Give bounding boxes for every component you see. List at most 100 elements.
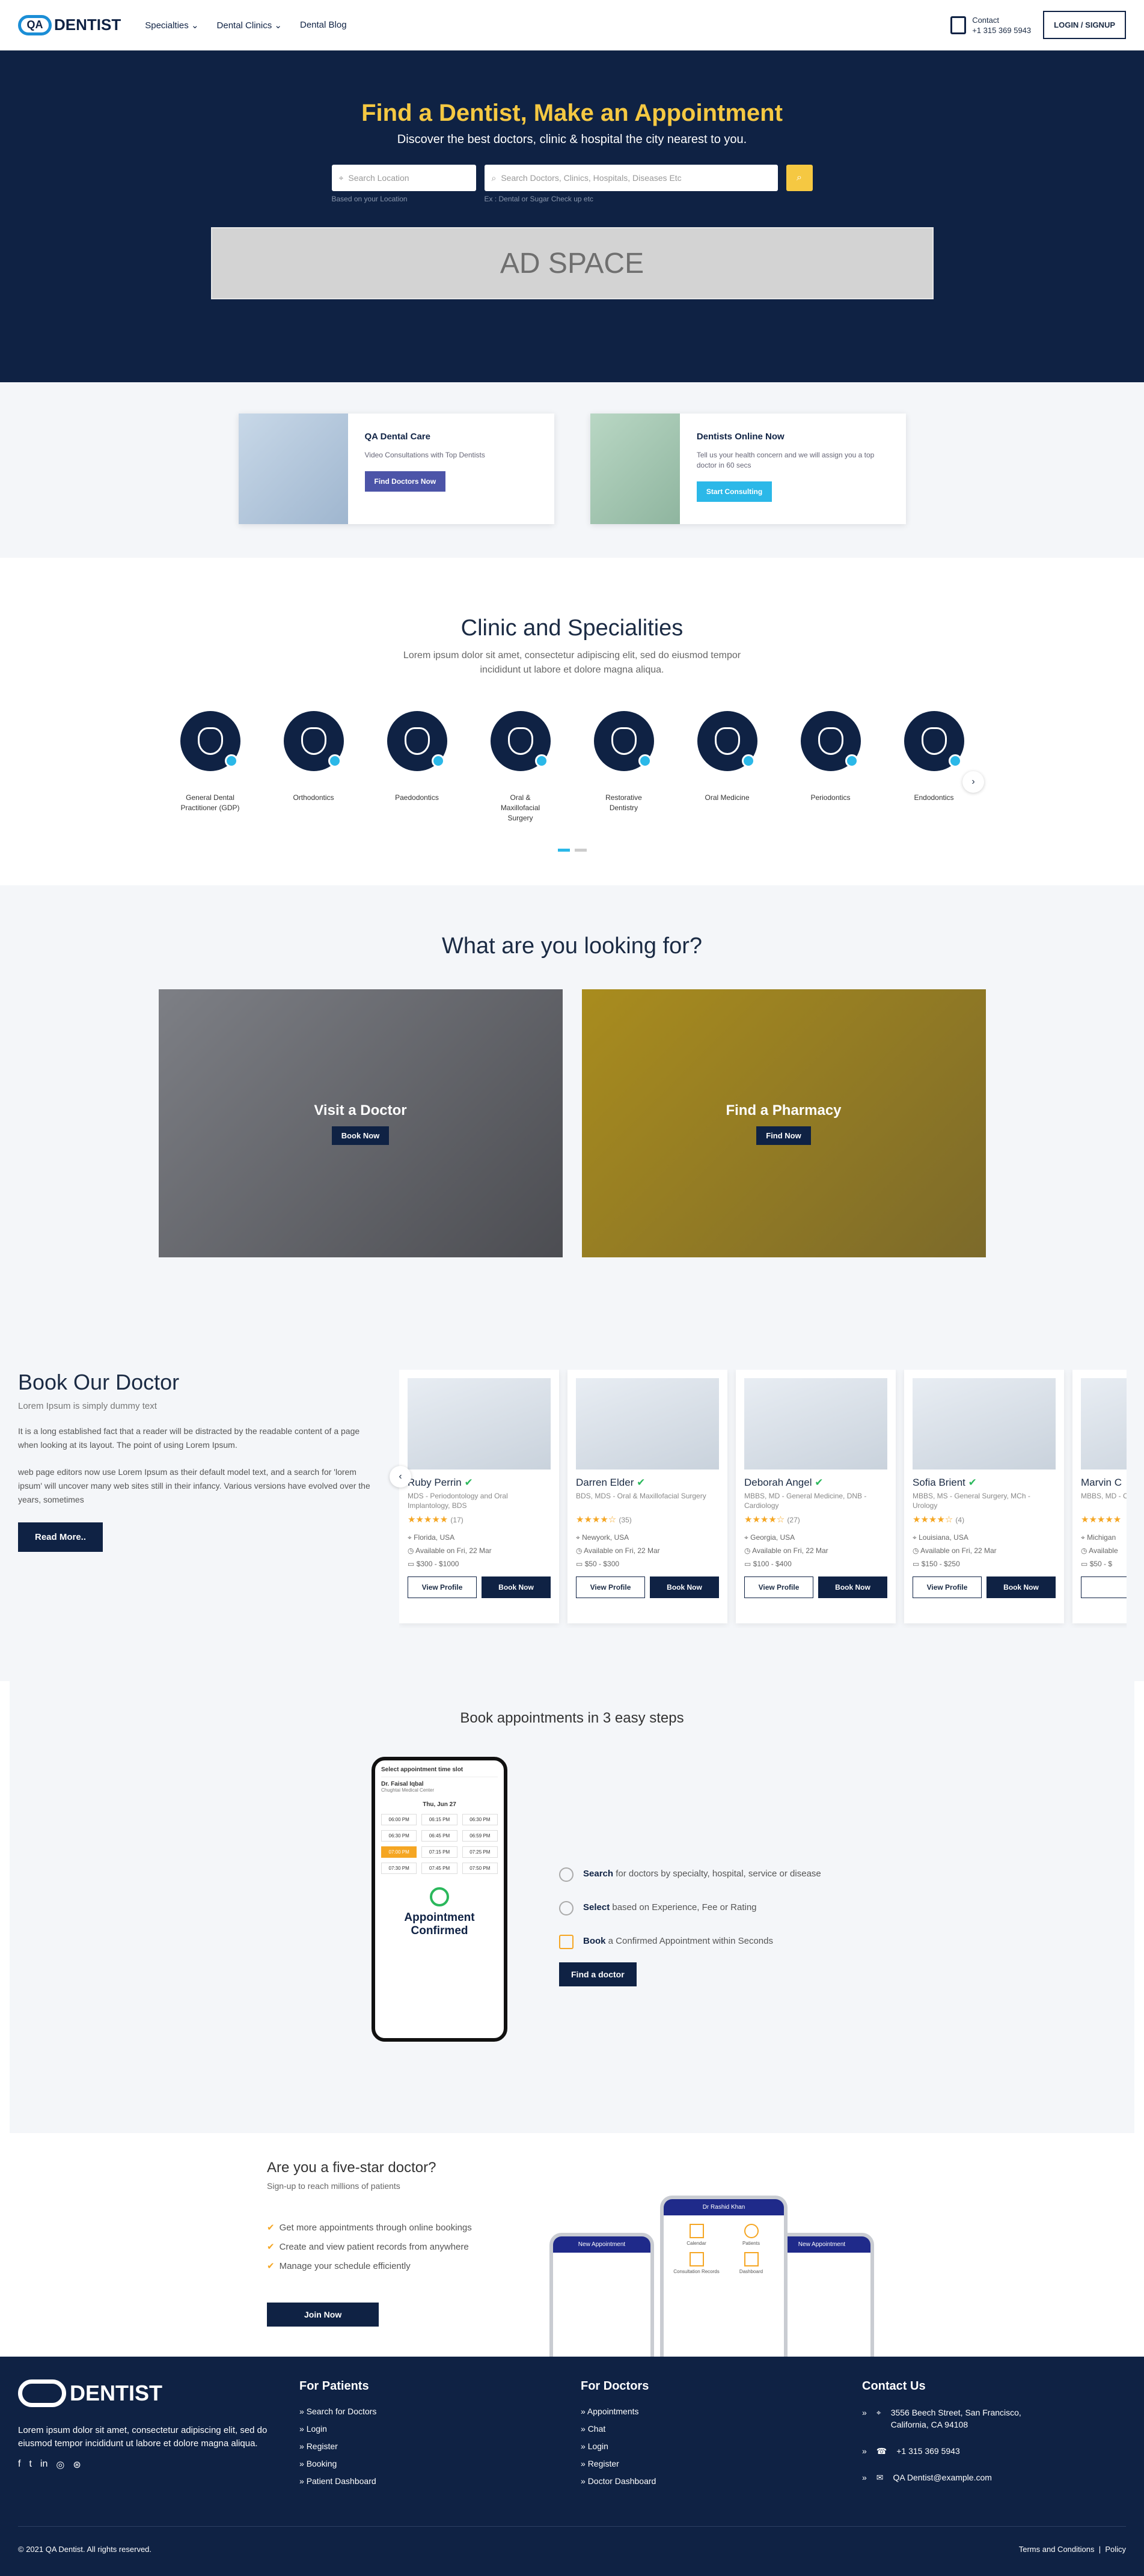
doctor-name[interactable]: Sofia Brient: [913, 1477, 965, 1488]
promo-card-online: Dentists Online Now Tell us your health …: [590, 414, 906, 524]
footer-link[interactable]: Patient Dashboard: [299, 2476, 376, 2486]
doctor-photo[interactable]: [408, 1378, 551, 1470]
doctor-availability: Available: [1089, 1546, 1118, 1555]
speciality-item[interactable]: Orthodontics: [283, 711, 344, 823]
view-profile-button[interactable]: View Profile: [408, 1576, 477, 1598]
policy-link[interactable]: Policy: [1105, 2545, 1126, 2554]
doctor-location: Louisiana, USA: [919, 1533, 968, 1542]
footer-link[interactable]: Search for Doctors: [299, 2407, 377, 2416]
instagram-icon[interactable]: ◎: [56, 2459, 64, 2471]
footer-link[interactable]: Register: [581, 2459, 656, 2468]
tooth-icon: [197, 727, 223, 755]
footer-link[interactable]: Login: [299, 2424, 376, 2434]
doctor-photo[interactable]: [1081, 1378, 1127, 1470]
doctor-name[interactable]: Deborah Angel: [744, 1477, 812, 1488]
terms-link[interactable]: Terms and Conditions: [1019, 2545, 1095, 2554]
book-now-button[interactable]: Book Now: [818, 1576, 887, 1598]
verified-icon: ✔: [815, 1477, 824, 1488]
speciality-item[interactable]: Paedodontics: [387, 711, 447, 823]
search-hint: Ex : Dental or Sugar Check up etc: [484, 195, 593, 203]
search-icon: ⌕: [797, 172, 802, 183]
find-pharmacy-card[interactable]: Find a Pharmacy Find Now: [581, 989, 986, 1257]
footer-link[interactable]: Register: [299, 2441, 376, 2451]
book-doctor-section: Book Our Doctor Lorem Ipsum is simply du…: [0, 1322, 1144, 1681]
review-count: (17): [450, 1516, 463, 1524]
linkedin-icon[interactable]: in: [40, 2459, 47, 2471]
check-icon: [559, 1901, 574, 1915]
footer-email[interactable]: QA Dentist@example.com: [893, 2471, 992, 2483]
carousel-prev-arrow-icon[interactable]: ‹: [390, 1466, 411, 1488]
start-consulting-button[interactable]: Start Consulting: [696, 481, 772, 502]
footer-logo[interactable]: DENTIST: [18, 2379, 277, 2407]
view-profile-button[interactable]: View Profile: [576, 1576, 645, 1598]
location-input[interactable]: ⌖ Search Location: [331, 165, 476, 191]
search-input[interactable]: ⌕ Search Doctors, Clinics, Hospitals, Di…: [484, 165, 778, 191]
doctor-price: $50 - $: [1089, 1560, 1113, 1568]
phone-title: New Appointment: [553, 2236, 650, 2253]
speciality-item[interactable]: Periodontics: [800, 711, 861, 823]
step-item: Book a Confirmed Appointment within Seco…: [559, 1935, 824, 1949]
speciality-item[interactable]: Restorative Dentistry: [593, 711, 654, 823]
view-profile-button[interactable]: View Profile: [913, 1576, 982, 1598]
footer-link[interactable]: Doctor Dashboard: [581, 2476, 656, 2486]
speciality-item[interactable]: General Dental Practitioner (GDP): [180, 711, 240, 823]
footer-heading: For Patients: [299, 2379, 369, 2393]
step-keyword: Search: [583, 1869, 614, 1879]
book-now-button[interactable]: Book Now: [650, 1576, 719, 1598]
visit-doctor-card[interactable]: Visit a Doctor Book Now: [158, 989, 563, 1257]
find-now-button[interactable]: Find Now: [756, 1126, 811, 1145]
doctor-name[interactable]: Marvin C: [1081, 1477, 1122, 1488]
nav-dental-clinics[interactable]: Dental Clinics ⌄: [217, 20, 282, 31]
view-profile-button[interactable]: View Profile: [1081, 1576, 1127, 1598]
clock-icon: ◷: [744, 1546, 751, 1555]
carousel-dot[interactable]: [574, 849, 587, 852]
nav-specialties[interactable]: Specialties ⌄: [145, 20, 198, 31]
footer-link[interactable]: Login: [581, 2441, 656, 2451]
site-logo[interactable]: QA DENTIST: [18, 14, 121, 35]
promo-title: QA Dental Care: [364, 432, 430, 442]
benefit-text: Create and view patient records from any…: [279, 2242, 469, 2252]
doctor-name[interactable]: Darren Elder: [576, 1477, 634, 1488]
phone-mockup: Select appointment time slot Dr. Faisal …: [372, 1757, 507, 2042]
carousel-dots: [0, 849, 1144, 852]
footer-link[interactable]: Chat: [581, 2424, 656, 2434]
speciality-item[interactable]: Oral Medicine: [697, 711, 757, 823]
carousel-next-arrow-icon[interactable]: ›: [962, 771, 984, 793]
book-now-button[interactable]: Book Now: [482, 1576, 551, 1598]
find-doctors-button[interactable]: Find Doctors Now: [364, 471, 446, 492]
phone-doctor: Dr. Faisal Iqbal: [381, 1781, 424, 1787]
book-now-button[interactable]: Book Now: [986, 1576, 1056, 1598]
join-now-button[interactable]: Join Now: [267, 2303, 379, 2327]
view-profile-button[interactable]: View Profile: [744, 1576, 813, 1598]
contact-label: Contact: [972, 15, 999, 25]
doctor-photo[interactable]: [744, 1378, 887, 1470]
twitter-icon[interactable]: t: [29, 2459, 31, 2471]
rating: ★★★★★ (17): [408, 1514, 551, 1525]
facebook-icon[interactable]: f: [18, 2459, 20, 2471]
map-pin-icon: ⌖: [744, 1533, 748, 1542]
footer-link[interactable]: Appointments: [581, 2407, 656, 2416]
section-title: What are you looking for?: [441, 933, 702, 959]
speciality-item[interactable]: Oral & Maxillofacial Surgery: [490, 711, 551, 823]
doctor-image: [238, 414, 348, 524]
doctor-card: Deborah Angel ✔ MBBS, MD - General Medic…: [736, 1370, 896, 1623]
dribbble-icon[interactable]: ⊛: [73, 2459, 81, 2471]
doctor-name[interactable]: Ruby Perrin: [408, 1477, 462, 1488]
doctor-price: $150 - $250: [921, 1560, 960, 1568]
footer-phone[interactable]: +1 315 369 5943: [896, 2445, 960, 2457]
tooth-icon: [404, 727, 430, 755]
doctor-photo[interactable]: [913, 1378, 1056, 1470]
find-doctor-button[interactable]: Find a doctor: [559, 1962, 637, 1986]
time-slot: 06:30 PM: [381, 1830, 417, 1842]
location-hint: Based on your Location: [331, 195, 408, 203]
contact-phone[interactable]: +1 315 369 5943: [972, 25, 1031, 35]
speciality-item[interactable]: Endodontics: [904, 711, 964, 823]
nav-dental-blog[interactable]: Dental Blog: [300, 20, 347, 31]
login-signup-button[interactable]: LOGIN / SIGNUP: [1043, 11, 1126, 39]
carousel-dot[interactable]: [557, 849, 570, 852]
read-more-button[interactable]: Read More..: [18, 1522, 103, 1552]
book-now-button[interactable]: Book Now: [331, 1126, 390, 1145]
footer-link[interactable]: Booking: [299, 2459, 376, 2468]
doctor-photo[interactable]: [576, 1378, 719, 1470]
search-button[interactable]: ⌕: [786, 165, 813, 191]
